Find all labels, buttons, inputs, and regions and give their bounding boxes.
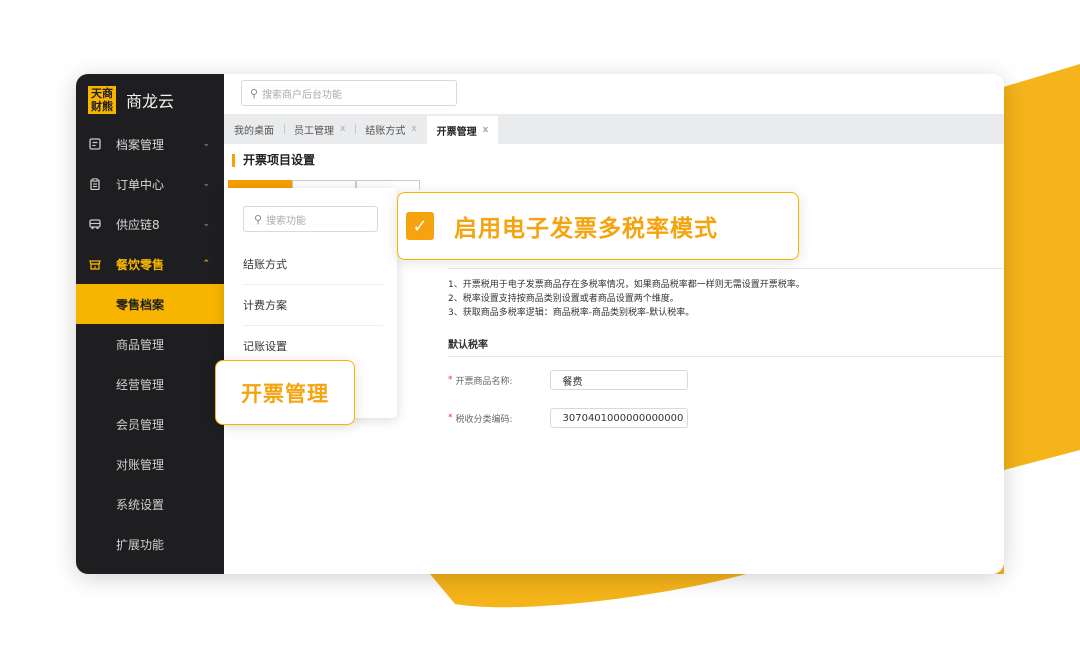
brand-logo: 天商财熊 商龙云	[88, 86, 174, 114]
archive-icon	[89, 138, 101, 150]
required-mark: *	[448, 375, 453, 385]
search-input[interactable]: ⚲ 搜索商户后台功能	[241, 80, 457, 106]
tax-code-row: * 税收分类编码: 3070401000000000000	[448, 408, 688, 428]
invoice-item-name-row: * 开票商品名称: 餐费	[448, 370, 688, 390]
chevron-up-icon: ⌃	[202, 259, 210, 269]
multi-tax-mode-label: 启用电子发票多税率模式	[454, 216, 718, 242]
sidebar-subitem-product-management[interactable]: 商品管理	[76, 324, 224, 364]
app-window: 天商财熊 商龙云 档案管理 ⌄ 订单中心 ⌄ 供应链8 ⌄ 餐饮零售 ⌃ 零售档…	[76, 74, 1004, 574]
description: 1、开票税用于电子发票商品存在多税率情况，如果商品税率都一样则无需设置开票税率。…	[448, 278, 805, 320]
tab-label: 结账方式	[365, 125, 406, 137]
chevron-down-icon: ⌄	[202, 219, 210, 229]
tab-label: 开票管理	[436, 126, 477, 138]
invoice-management-callout[interactable]: 开票管理	[215, 360, 355, 425]
close-icon[interactable]: x	[411, 124, 416, 134]
tab-label: 员工管理	[294, 125, 334, 137]
sidebar-item-catering-retail[interactable]: 餐饮零售 ⌃	[76, 244, 224, 284]
sidebar-item-supply-chain[interactable]: 供应链8 ⌄	[76, 204, 224, 244]
close-icon[interactable]: x	[340, 124, 345, 134]
sidebar-menu: 档案管理 ⌄ 订单中心 ⌄ 供应链8 ⌄ 餐饮零售 ⌃ 零售档案 商品管理 经营…	[76, 124, 224, 564]
tab-invoice-management[interactable]: 开票管理 x	[426, 116, 499, 144]
tab-staff-management[interactable]: 员工管理 x	[284, 114, 355, 144]
search-placeholder: 搜索功能	[266, 215, 307, 227]
tax-code-field[interactable]: 3070401000000000000	[549, 408, 688, 428]
sidebar-subitem-system-settings[interactable]: 系统设置	[76, 484, 224, 524]
app-name: 商龙云	[126, 92, 175, 111]
divider	[448, 356, 1004, 357]
popup-item-billing-plan[interactable]: 计费方案	[243, 285, 383, 326]
field-label: 税收分类编码:	[455, 414, 513, 425]
sidebar-subitem-extensions[interactable]: 扩展功能	[76, 524, 224, 564]
sidebar: 天商财熊 商龙云 档案管理 ⌄ 订单中心 ⌄ 供应链8 ⌄ 餐饮零售 ⌃ 零售档…	[76, 74, 224, 574]
tab-bar: 我的桌面 员工管理 x 结账方式 x 开票管理 x	[224, 114, 1004, 144]
sidebar-item-label: 档案管理	[116, 137, 165, 152]
tab-label: 我的桌面	[234, 125, 274, 137]
invoice-item-name-field[interactable]: 餐费	[549, 370, 688, 390]
checkbox-checked-icon[interactable]: ✓	[406, 212, 434, 240]
popup-item-checkout-method[interactable]: 结账方式	[243, 244, 383, 285]
page-title: 开票项目设置	[232, 154, 315, 167]
close-icon[interactable]: x	[483, 125, 489, 135]
sidebar-subitem-retail-archive[interactable]: 零售档案	[76, 284, 224, 324]
sidebar-item-label: 订单中心	[116, 177, 165, 192]
sidebar-subitem-reconciliation[interactable]: 对账管理	[76, 444, 224, 484]
function-search-input[interactable]: ⚲ 搜索功能	[243, 206, 378, 232]
divider	[448, 268, 1004, 269]
description-line: 1、开票税用于电子发票商品存在多税率情况，如果商品税率都一样则无需设置开票税率。	[448, 280, 805, 290]
tab-my-desktop[interactable]: 我的桌面	[224, 114, 284, 144]
sidebar-item-orders[interactable]: 订单中心 ⌄	[76, 164, 224, 204]
required-mark: *	[448, 413, 453, 423]
store-icon	[89, 258, 101, 270]
search-icon: ⚲	[250, 86, 259, 100]
search-icon: ⚲	[254, 212, 263, 226]
sidebar-item-label: 供应链8	[116, 217, 160, 232]
default-tax-heading: 默认税率	[448, 340, 488, 351]
multi-tax-mode-callout[interactable]: ✓ 启用电子发票多税率模式	[397, 192, 799, 260]
search-placeholder: 搜索商户后台功能	[262, 89, 343, 101]
chevron-down-icon: ⌄	[202, 179, 210, 189]
description-line: 3、获取商品多税率逻辑：商品税率-商品类别税率-默认税率。	[448, 308, 695, 318]
truck-icon	[89, 218, 101, 230]
chevron-down-icon: ⌄	[202, 139, 210, 149]
sidebar-item-archive[interactable]: 档案管理 ⌄	[76, 124, 224, 164]
logo-mark: 天商财熊	[88, 86, 116, 114]
sidebar-subitem-member-management[interactable]: 会员管理	[76, 404, 224, 444]
top-bar: ⚲ 搜索商户后台功能	[224, 74, 1004, 114]
field-label: 开票商品名称:	[455, 376, 513, 387]
sidebar-subitem-operation-management[interactable]: 经营管理	[76, 364, 224, 404]
tab-checkout-method[interactable]: 结账方式 x	[355, 114, 426, 144]
description-line: 2、税率设置支持按商品类别设置或者商品设置两个维度。	[448, 294, 679, 304]
sidebar-item-label: 餐饮零售	[116, 257, 165, 272]
invoice-management-label: 开票管理	[241, 381, 329, 406]
clipboard-icon	[89, 178, 101, 190]
